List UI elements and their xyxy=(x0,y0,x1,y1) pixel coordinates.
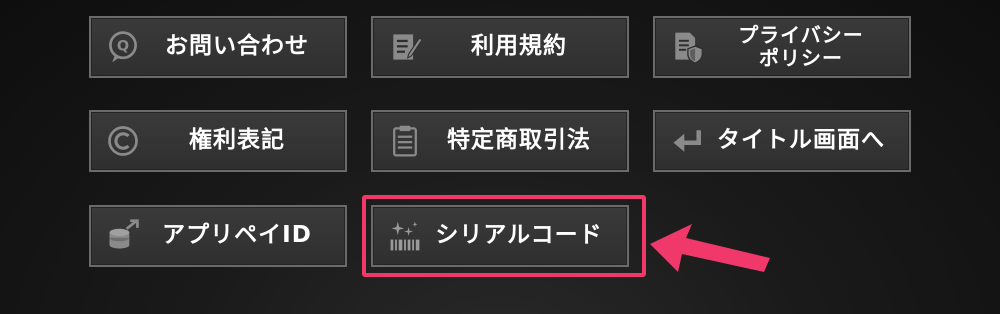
document-shield-icon xyxy=(667,27,707,67)
contact-label: お問い合わせ xyxy=(165,33,309,60)
app-pay-id-button[interactable]: アプリペイID xyxy=(89,205,347,267)
document-pen-icon xyxy=(385,27,425,67)
question-bubble-icon: Q xyxy=(103,27,143,67)
privacy-policy-label: プライバシー ポリシー xyxy=(738,23,864,70)
pointer-arrow-icon xyxy=(650,224,770,272)
serial-code-button[interactable]: シリアルコード xyxy=(371,205,629,267)
specified-commercial-transactions-button[interactable]: 特定商取引法 xyxy=(371,110,629,172)
return-arrow-icon xyxy=(667,121,707,161)
coins-arrow-icon xyxy=(103,216,143,256)
copyright-notice-button[interactable]: 権利表記 xyxy=(89,110,347,172)
return-to-title-button[interactable]: タイトル画面へ xyxy=(653,110,911,172)
settings-menu: Q お問い合わせ 利用規約 プライバシー ポリシー 権利表記 特定商取引法 タイ… xyxy=(0,0,1000,314)
serial-code-label: シリアルコード xyxy=(435,222,603,249)
copyright-icon xyxy=(103,121,143,161)
specified-commercial-transactions-label: 特定商取引法 xyxy=(447,127,591,154)
return-to-title-label: タイトル画面へ xyxy=(717,127,885,154)
svg-text:Q: Q xyxy=(117,39,129,55)
copyright-notice-label: 権利表記 xyxy=(189,127,285,154)
contact-button[interactable]: Q お問い合わせ xyxy=(89,16,347,78)
terms-of-service-button[interactable]: 利用規約 xyxy=(371,16,629,78)
clipboard-list-icon xyxy=(385,121,425,161)
terms-of-service-label: 利用規約 xyxy=(471,33,567,60)
sparkle-barcode-icon xyxy=(385,216,425,256)
app-pay-id-label: アプリペイID xyxy=(162,222,312,249)
privacy-policy-button[interactable]: プライバシー ポリシー xyxy=(653,16,911,78)
